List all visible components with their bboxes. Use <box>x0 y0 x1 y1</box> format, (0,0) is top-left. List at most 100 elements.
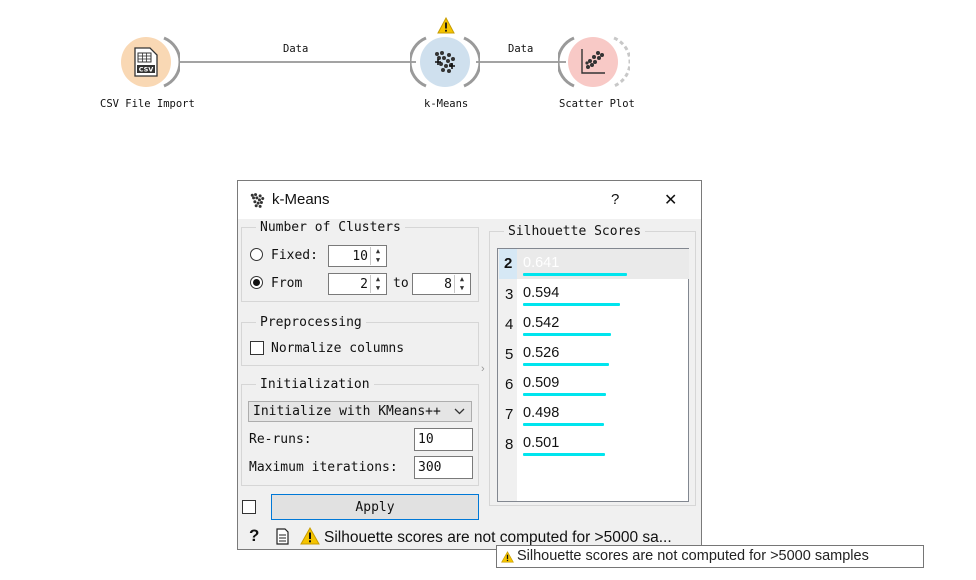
cluster-count: 3 <box>505 286 514 303</box>
to-value: 8 <box>444 277 452 292</box>
cluster-count: 6 <box>505 376 514 393</box>
apply-button[interactable]: Apply <box>271 494 479 520</box>
initialization-method-value: Initialize with KMeans++ <box>253 404 441 419</box>
initialization-group-title: Initialization <box>256 377 374 392</box>
normalize-label[interactable]: Normalize columns <box>271 341 404 356</box>
from-spinbox[interactable]: 2 ▲ ▼ <box>328 273 387 295</box>
workflow-canvas[interactable]: Data Data CSV CSV File Import k-Means Sc… <box>0 0 976 170</box>
list-item[interactable]: 5 0.526 <box>499 339 689 369</box>
spin-arrows[interactable]: ▲ ▼ <box>370 247 385 265</box>
to-spinbox[interactable]: 8 ▲ ▼ <box>412 273 471 295</box>
warning-icon <box>300 527 320 545</box>
list-item[interactable]: 2 0.641 <box>499 249 689 279</box>
silhouette-score: 0.501 <box>523 435 560 451</box>
clusters-group-title: Number of Clusters <box>256 220 405 235</box>
list-item[interactable]: 4 0.542 <box>499 309 689 339</box>
score-bar <box>523 363 609 366</box>
scatter-plot-icon <box>581 49 605 74</box>
maxiter-input[interactable]: 300 <box>414 456 473 479</box>
silhouette-score: 0.594 <box>523 285 560 301</box>
dialog-title: k-Means <box>272 191 330 208</box>
silhouette-group-title: Silhouette Scores <box>504 224 646 239</box>
score-bar <box>523 423 604 426</box>
spin-up-icon[interactable]: ▲ <box>455 275 469 284</box>
maxiter-label: Maximum iterations: <box>249 460 398 475</box>
spin-down-icon[interactable]: ▼ <box>371 256 385 265</box>
silhouette-group: Silhouette Scores 2 0.641 3 0.594 4 0.542 5 0.5… <box>489 224 696 506</box>
splitter-handle[interactable]: › <box>481 363 485 375</box>
node-csv-file-import[interactable]: CSV <box>118 35 182 89</box>
from-radio[interactable] <box>250 276 263 289</box>
node-label: Scatter Plot <box>559 98 635 110</box>
fixed-label: Fixed: <box>271 248 318 263</box>
silhouette-score: 0.498 <box>523 405 560 421</box>
score-bar <box>523 453 605 456</box>
from-label: From <box>271 276 303 291</box>
kmeans-dialog: k-Means ? ✕ Number of Clusters Fixed: 10… <box>237 180 702 550</box>
initialization-group: Initialization Initialize with KMeans++ … <box>241 377 479 486</box>
apply-button-label: Apply <box>355 500 395 515</box>
score-bar <box>523 333 611 336</box>
tooltip-text: Silhouette scores are not computed for >… <box>517 548 869 564</box>
link-label: Data <box>283 43 309 55</box>
auto-apply-checkbox[interactable] <box>242 500 256 514</box>
help-icon[interactable]: ? <box>249 526 259 546</box>
fixed-radio[interactable] <box>250 248 263 261</box>
report-icon[interactable] <box>276 528 289 545</box>
fixed-spinbox[interactable]: 10 ▲ ▼ <box>328 245 387 267</box>
output-anchor-arc[interactable] <box>160 36 180 88</box>
cluster-count: 8 <box>505 436 514 453</box>
help-button[interactable]: ? <box>611 191 619 208</box>
status-tooltip: Silhouette scores are not computed for >… <box>496 545 924 568</box>
preprocessing-group: Preprocessing Normalize columns <box>241 315 479 366</box>
close-button[interactable]: ✕ <box>664 190 677 210</box>
list-item[interactable]: 3 0.594 <box>499 279 689 309</box>
node-scatter-plot[interactable] <box>558 35 630 89</box>
node-label: CSV File Import <box>100 98 195 110</box>
preprocessing-group-title: Preprocessing <box>256 315 366 330</box>
score-bar <box>523 393 606 396</box>
dialog-titlebar[interactable]: k-Means ? ✕ <box>238 181 701 219</box>
chevron-down-icon <box>454 408 465 415</box>
spin-down-icon[interactable]: ▼ <box>455 284 469 293</box>
link-kmeans-to-scatter[interactable] <box>476 61 566 63</box>
spin-up-icon[interactable]: ▲ <box>371 275 385 284</box>
normalize-checkbox[interactable] <box>250 341 264 355</box>
warning-icon <box>437 17 455 34</box>
silhouette-score: 0.509 <box>523 375 560 391</box>
silhouette-score: 0.542 <box>523 315 560 331</box>
cluster-count: 4 <box>505 316 514 333</box>
cluster-count: 2 <box>499 249 518 279</box>
link-csv-to-kmeans[interactable] <box>179 61 416 63</box>
initialization-method-dropdown[interactable]: Initialize with KMeans++ <box>248 401 472 422</box>
spin-arrows[interactable]: ▲ ▼ <box>370 275 385 293</box>
to-label: to <box>393 276 409 291</box>
from-value: 2 <box>360 277 368 292</box>
reruns-input[interactable]: 10 <box>414 428 473 451</box>
kmeans-clusters-icon <box>250 193 265 208</box>
output-anchor-arc[interactable] <box>610 36 630 88</box>
silhouette-list[interactable]: 2 0.641 3 0.594 4 0.542 5 0.526 6 0.509 7 0.498 8 0.5… <box>497 248 689 502</box>
input-anchor-arc[interactable] <box>558 36 578 88</box>
spin-arrows[interactable]: ▲ ▼ <box>454 275 469 293</box>
output-anchor-arc[interactable] <box>460 36 480 88</box>
input-anchor-arc[interactable] <box>410 36 430 88</box>
list-item[interactable]: 7 0.498 <box>499 399 689 429</box>
silhouette-score: 0.526 <box>523 345 560 361</box>
reruns-label: Re-runs: <box>249 432 312 447</box>
kmeans-clusters-icon <box>435 51 455 73</box>
spin-up-icon[interactable]: ▲ <box>371 247 385 256</box>
warning-icon <box>501 551 514 563</box>
cluster-count: 5 <box>505 346 514 363</box>
clusters-group: Number of Clusters Fixed: 10 ▲ ▼ From 2 ▲… <box>241 220 479 302</box>
spin-down-icon[interactable]: ▼ <box>371 284 385 293</box>
node-label: k-Means <box>424 98 469 110</box>
node-k-means[interactable] <box>410 35 480 89</box>
csv-file-icon: CSV <box>134 47 158 77</box>
score-bar <box>523 303 620 306</box>
svg-text:CSV: CSV <box>139 66 154 74</box>
fixed-value: 10 <box>352 249 368 264</box>
list-item[interactable]: 8 0.501 <box>499 429 689 459</box>
cluster-count: 7 <box>505 406 514 423</box>
list-item[interactable]: 6 0.509 <box>499 369 689 399</box>
